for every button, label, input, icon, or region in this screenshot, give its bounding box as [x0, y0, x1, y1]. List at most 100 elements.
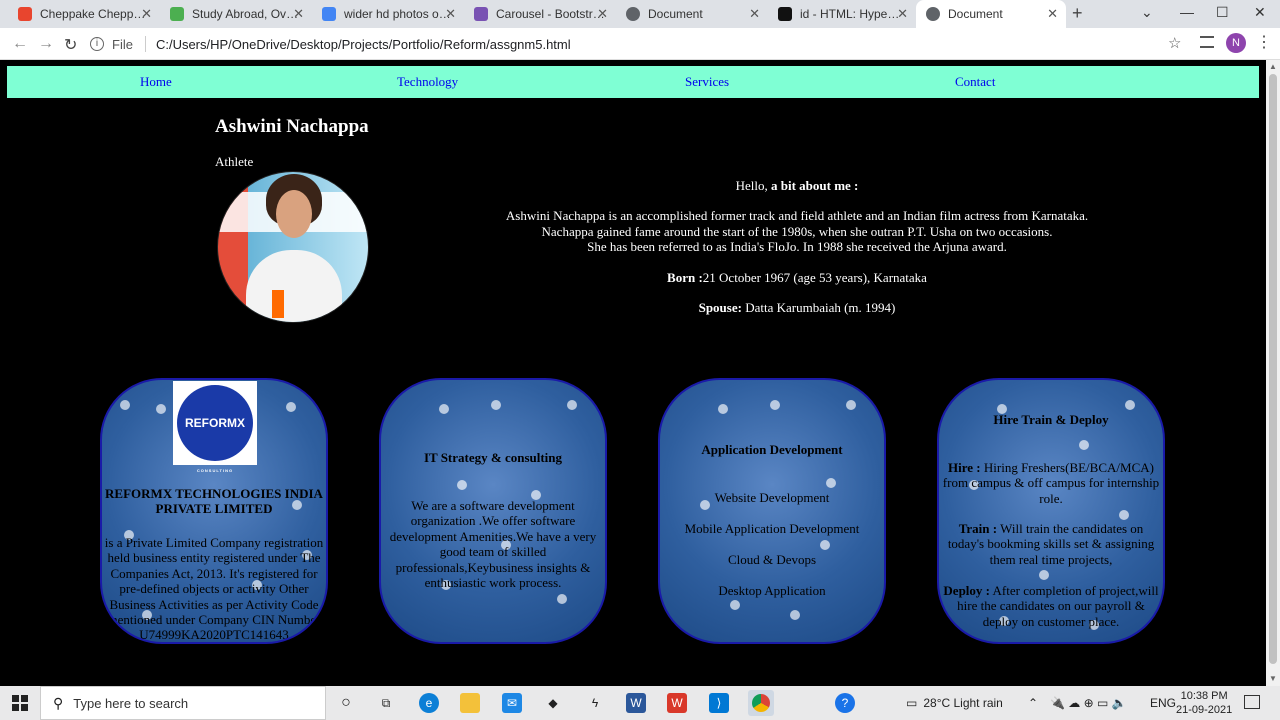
vscode-icon[interactable]: ⟩: [709, 693, 729, 713]
nav-contact-link[interactable]: Contact: [955, 74, 995, 90]
file-explorer-icon[interactable]: [460, 693, 480, 713]
tray-chevron-icon[interactable]: ⌃: [1028, 686, 1038, 720]
url-scheme: File: [112, 36, 133, 52]
url-text[interactable]: C:/Users/HP/OneDrive/Desktop/Projects/Po…: [156, 37, 571, 52]
tab-title: Document: [648, 7, 703, 21]
maximize-icon[interactable]: ☐: [1216, 4, 1229, 21]
about-heading: Hello, a bit about me :: [735, 178, 859, 193]
forward-icon[interactable]: →: [38, 35, 54, 53]
language-indicator[interactable]: ENG: [1150, 686, 1176, 720]
search-icon: ⚲: [53, 694, 64, 711]
minimize-icon[interactable]: —: [1180, 4, 1194, 20]
reload-icon[interactable]: ↻: [64, 35, 77, 55]
close-icon[interactable]: ✕: [1047, 6, 1058, 22]
bio-line: She has been referred to as India's FloJ…: [587, 239, 1007, 255]
service-item: Mobile Application Development: [684, 521, 860, 536]
windows-taskbar: ⚲ Type here to search ○ ⧉ e ✉ ◆ ϟ W W ⟩ …: [0, 686, 1280, 720]
card-body: We are a software development organizati…: [389, 498, 597, 591]
google-icon: [322, 7, 336, 21]
card-title: Application Development: [701, 442, 843, 457]
born-line: Born :21 October 1967 (age 53 years), Ka…: [667, 269, 927, 285]
hire-text: Hire : Hiring Freshers(BE/BCA/MCA) from …: [942, 460, 1160, 506]
tab-title: Carousel - Bootstrap v: [496, 7, 606, 21]
nav-services-link[interactable]: Services: [685, 74, 729, 90]
close-icon[interactable]: ✕: [897, 6, 908, 22]
dropbox-icon[interactable]: ◆: [543, 693, 563, 713]
tab-title: Study Abroad, Overse: [192, 7, 302, 21]
search-placeholder: Type here to search: [73, 695, 189, 711]
profile-role: Athlete: [215, 154, 254, 169]
nav-home-link[interactable]: Home: [140, 74, 172, 90]
browser-tab-4[interactable]: Carousel - Bootstrap v ✕: [464, 0, 616, 28]
scroll-thumb[interactable]: [1269, 74, 1277, 664]
help-icon[interactable]: ?: [835, 693, 855, 713]
tab-title: Document: [948, 7, 1003, 21]
page-viewport: Home Technology Services Contact Ashwini…: [0, 60, 1266, 686]
close-icon[interactable]: ✕: [293, 6, 304, 22]
services-cards: REFORMX CONSULTING REFORMX TECHNOLOGIES …: [0, 378, 1266, 644]
new-tab-button[interactable]: +: [1072, 3, 1083, 24]
reading-list-icon[interactable]: [1200, 36, 1214, 48]
hire-train-deploy-card: Hire Train & Deploy Hire : Hiring Freshe…: [937, 378, 1165, 644]
close-icon[interactable]: ✕: [445, 6, 456, 22]
back-icon[interactable]: ←: [12, 35, 28, 53]
browser-tab-active[interactable]: Document ✕: [916, 0, 1066, 28]
weather-icon: ▭: [906, 696, 918, 710]
close-icon[interactable]: ✕: [141, 6, 152, 22]
nav-technology-link[interactable]: Technology: [397, 74, 458, 90]
service-item: Website Development: [714, 490, 830, 505]
browser-tab-2[interactable]: Study Abroad, Overse ✕: [160, 0, 312, 28]
card-title: Hire Train & Deploy: [993, 412, 1109, 427]
card-body: is a Private Limited Company registratio…: [104, 535, 324, 643]
tab-title: id - HTML: HyperText: [800, 7, 900, 21]
profile-avatar[interactable]: N: [1226, 33, 1246, 53]
tab-title: wider hd photos of ab: [344, 7, 454, 21]
site-favicon-icon: [170, 7, 184, 21]
tab-search-icon[interactable]: ⌄: [1141, 4, 1153, 21]
card-title: IT Strategy & consulting: [423, 450, 563, 465]
address-bar[interactable]: i File C:/Users/HP/OneDrive/Desktop/Proj…: [90, 32, 1190, 56]
scroll-down-icon[interactable]: ▼: [1269, 674, 1277, 683]
mail-icon[interactable]: ✉: [502, 693, 522, 713]
card-title: REFORMX TECHNOLOGIES INDIA PRIVATE LIMIT…: [105, 486, 323, 517]
menu-kebab-icon[interactable]: ⋮: [1256, 32, 1272, 52]
close-icon[interactable]: ✕: [597, 6, 608, 22]
bootstrap-icon: [474, 7, 488, 21]
weather-widget[interactable]: ▭ 28°C Light rain: [906, 686, 1003, 720]
it-strategy-card: IT Strategy & consulting We are a softwa…: [379, 378, 607, 644]
tray-icons[interactable]: 🔌 ☁ ⊕ ▭ 🔈: [1050, 686, 1127, 720]
browser-tab-5[interactable]: Document ✕: [616, 0, 768, 28]
browser-tab-1[interactable]: Cheppake Cheppake ( ✕: [8, 0, 160, 28]
info-icon[interactable]: i: [90, 37, 104, 51]
notifications-icon[interactable]: [1244, 695, 1260, 709]
browser-tab-6[interactable]: id - HTML: HyperText ✕: [768, 0, 916, 28]
globe-icon: [626, 7, 640, 21]
close-icon[interactable]: ✕: [749, 6, 760, 22]
window-close-icon[interactable]: ✕: [1254, 4, 1266, 21]
bookmark-star-icon[interactable]: ☆: [1168, 34, 1181, 52]
site-favicon-icon: [18, 7, 32, 21]
profile-name: Ashwini Nachappa: [215, 116, 369, 137]
browser-tab-3[interactable]: wider hd photos of ab ✕: [312, 0, 464, 28]
windows-start-icon[interactable]: [12, 695, 28, 711]
task-view-icon[interactable]: ⧉: [376, 693, 396, 713]
cortana-icon[interactable]: ○: [336, 693, 356, 713]
top-nav: Home Technology Services Contact: [7, 66, 1259, 98]
word-icon[interactable]: W: [626, 693, 646, 713]
browser-tab-bar: Cheppake Cheppake ( ✕ Study Abroad, Over…: [0, 0, 1280, 28]
globe-icon: [926, 7, 940, 21]
train-text: Train : Will train the candidates on tod…: [947, 521, 1155, 567]
chrome-icon[interactable]: [748, 690, 774, 716]
profile-photo: [217, 171, 369, 323]
reformx-logo: REFORMX CONSULTING: [173, 381, 257, 473]
page-scrollbar[interactable]: ▲ ▼: [1266, 60, 1280, 686]
edge-icon[interactable]: e: [419, 693, 439, 713]
system-clock[interactable]: 10:38 PM 21-09-2021: [1176, 689, 1232, 717]
taskbar-search-input[interactable]: ⚲ Type here to search: [40, 686, 326, 720]
service-item: Desktop Application: [718, 583, 826, 598]
wps-icon[interactable]: W: [667, 693, 687, 713]
address-toolbar: ← → ↻ i File C:/Users/HP/OneDrive/Deskto…: [0, 28, 1280, 60]
app-icon[interactable]: ϟ: [585, 693, 605, 713]
scroll-up-icon[interactable]: ▲: [1269, 62, 1277, 71]
company-card: REFORMX CONSULTING REFORMX TECHNOLOGIES …: [100, 378, 328, 644]
